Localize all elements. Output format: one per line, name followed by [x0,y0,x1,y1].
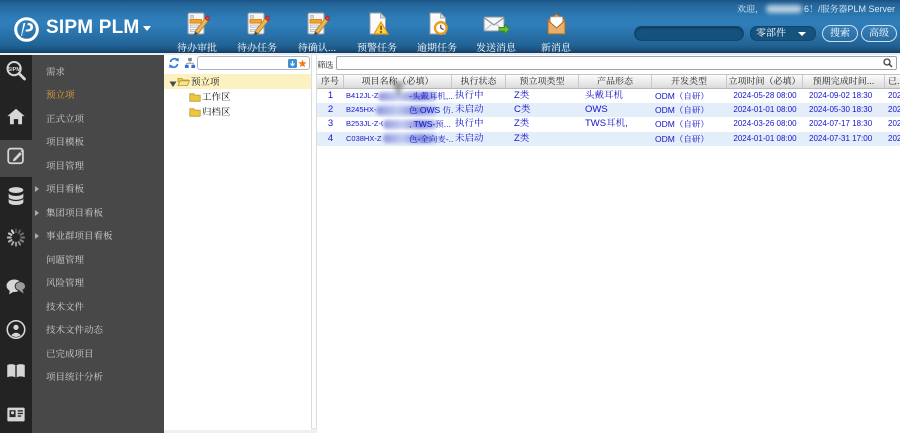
svg-text:SIPM: SIPM [8,67,22,73]
